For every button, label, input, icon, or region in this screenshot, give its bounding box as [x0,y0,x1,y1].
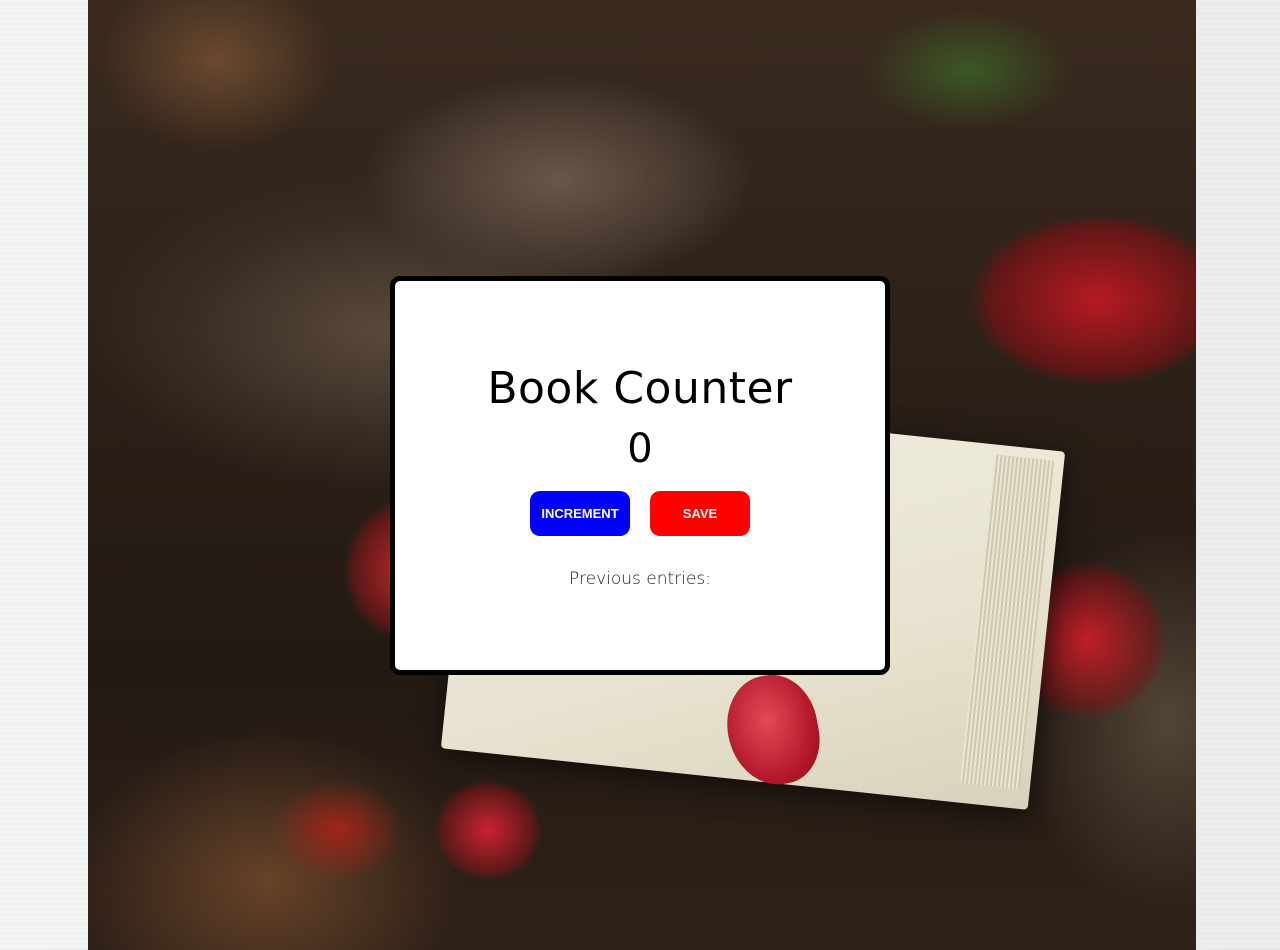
button-row: INCREMENT SAVE [395,491,885,536]
save-button[interactable]: SAVE [650,491,750,536]
counter-value: 0 [627,426,653,472]
counter-card: Book Counter 0 INCREMENT SAVE Previous e… [390,276,890,675]
increment-button[interactable]: INCREMENT [530,491,630,536]
previous-entries-label: Previous entries: [569,569,711,589]
page-title: Book Counter [487,363,793,414]
book-pages [960,454,1055,789]
